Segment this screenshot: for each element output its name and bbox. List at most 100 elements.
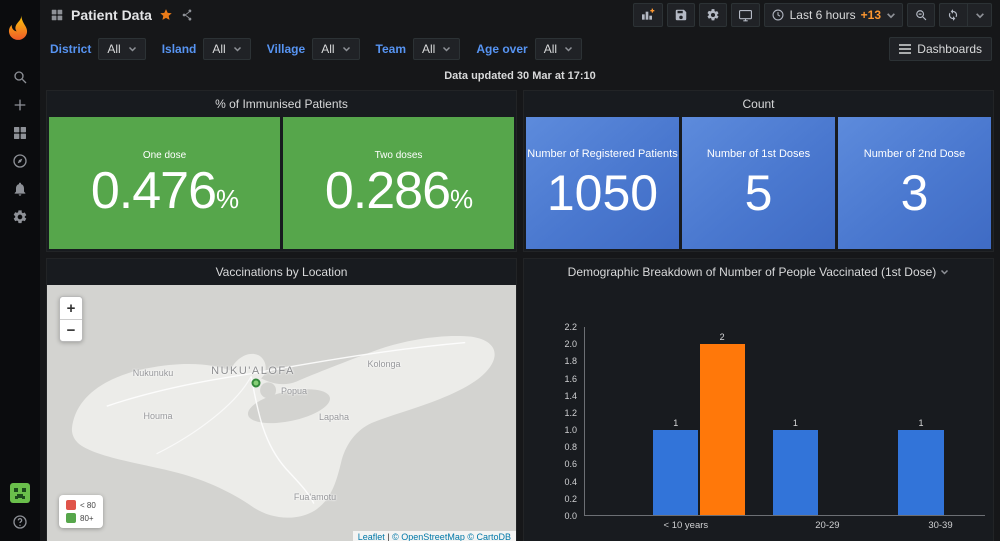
chevron-down-icon — [564, 46, 573, 52]
stat-one-dose: One dose 0.476% — [49, 117, 280, 249]
x-tick-label: 20-29 — [815, 520, 839, 531]
help-icon[interactable] — [0, 513, 40, 531]
time-range-picker[interactable]: Last 6 hours +13 — [764, 3, 903, 27]
vaccination-location-marker[interactable] — [252, 379, 261, 388]
share-icon[interactable] — [180, 8, 194, 22]
stat-label: Number of 1st Doses — [707, 148, 810, 160]
chart-x-axis: < 10 years20-2930-39 — [584, 520, 985, 534]
panel-immunised: % of Immunised Patients One dose 0.476% … — [46, 90, 517, 252]
user-avatar[interactable] — [10, 483, 30, 503]
map-place-label: Nukunuku — [133, 368, 174, 378]
save-dashboard-button[interactable] — [667, 3, 695, 27]
filter-label[interactable]: Village — [267, 42, 305, 56]
bar-chart: 2.22.01.81.61.41.21.00.80.60.40.20.0 121… — [524, 285, 993, 541]
panel-title[interactable]: Count — [524, 91, 993, 117]
y-tick-label: 0.4 — [564, 477, 577, 487]
bar-value-label: 1 — [653, 418, 698, 428]
bar-plot: 1211 — [584, 327, 985, 516]
refresh-button[interactable] — [939, 3, 992, 27]
time-zone-offset: +13 — [861, 8, 881, 22]
filter-label[interactable]: District — [50, 42, 91, 56]
panel-map: Vaccinations by Location Nukunuku NUKU'A… — [46, 258, 517, 541]
map-place-label: Houma — [143, 411, 172, 421]
stat-two-doses: Two doses 0.286% — [283, 117, 514, 249]
panel-title[interactable]: Demographic Breakdown of Number of Peopl… — [524, 259, 993, 285]
carto-link[interactable]: © CartoDB — [467, 532, 511, 541]
map-place-label: Fua'amotu — [294, 492, 336, 502]
configuration-gear-icon[interactable] — [0, 203, 40, 231]
filter-label[interactable]: Team — [376, 42, 406, 56]
panel-demographic: Demographic Breakdown of Number of Peopl… — [523, 258, 994, 541]
panel-title[interactable]: % of Immunised Patients — [47, 91, 516, 117]
zoom-out-button[interactable]: − — [60, 319, 82, 341]
apps-grid-icon — [50, 8, 64, 22]
chevron-down-icon — [342, 46, 351, 52]
stat-value: 5 — [745, 168, 773, 218]
variables-row: District All Island All Village All Team… — [40, 30, 1000, 60]
legend-swatch — [66, 500, 76, 510]
filter-label[interactable]: Island — [162, 42, 197, 56]
stat-unit: % — [216, 184, 238, 214]
filter-district: District All — [50, 38, 146, 60]
filter-team: Team All — [376, 38, 461, 60]
stat-second-doses: Number of 2nd Dose 3 — [838, 117, 991, 249]
leaflet-link[interactable]: Leaflet — [358, 532, 385, 541]
bar-value-label: 2 — [700, 332, 745, 342]
dashboard-settings-button[interactable] — [699, 3, 727, 27]
panel-title[interactable]: Vaccinations by Location — [47, 259, 516, 285]
dashboard-header: Patient Data Last 6 hours +13 — [40, 0, 1000, 30]
y-tick-label: 1.6 — [564, 374, 577, 384]
stat-value: 3 — [901, 168, 929, 218]
y-tick-label: 1.8 — [564, 356, 577, 366]
filter-island: Island All — [162, 38, 251, 60]
zoom-in-button[interactable]: + — [60, 297, 82, 319]
bar[interactable]: 1 — [773, 430, 818, 515]
add-icon[interactable] — [0, 91, 40, 119]
sidebar-bottom — [0, 483, 40, 531]
count-stats: Number of Registered Patients 1050 Numbe… — [524, 117, 993, 251]
clock-icon — [771, 8, 785, 22]
chevron-down-icon — [442, 46, 451, 52]
stat-label: Two doses — [375, 150, 423, 161]
map-island-shape — [47, 285, 516, 541]
filter-value-dropdown[interactable]: All — [98, 38, 145, 60]
chevron-down-icon — [233, 46, 242, 52]
grafana-logo[interactable] — [0, 7, 40, 47]
stat-value: 1050 — [547, 168, 658, 218]
bar[interactable]: 1 — [653, 430, 698, 515]
add-panel-button[interactable] — [633, 3, 663, 27]
cycle-view-monitor-button[interactable] — [731, 3, 760, 27]
y-tick-label: 0.8 — [564, 442, 577, 452]
filter-value-dropdown[interactable]: All — [203, 38, 250, 60]
search-icon[interactable] — [0, 63, 40, 91]
legend-label: 80+ — [80, 514, 94, 523]
explore-compass-icon[interactable] — [0, 147, 40, 175]
map-zoom-control: + − — [59, 296, 83, 342]
filter-value-dropdown[interactable]: All — [413, 38, 460, 60]
dashboards-icon[interactable] — [0, 119, 40, 147]
osm-link[interactable]: © OpenStreetMap — [392, 532, 465, 541]
bar[interactable]: 2 — [700, 344, 745, 515]
y-tick-label: 0.2 — [564, 494, 577, 504]
stat-value: 0.286% — [325, 165, 472, 217]
chevron-down-icon — [886, 12, 896, 19]
sidebar — [0, 0, 40, 541]
zoom-out-time-button[interactable] — [907, 3, 935, 27]
chevron-down-icon — [975, 12, 985, 19]
dashboards-button[interactable]: Dashboards — [889, 37, 992, 61]
filter-value-dropdown[interactable]: All — [535, 38, 582, 60]
legend-swatch — [66, 513, 76, 523]
panel-menu-chevron-icon — [940, 269, 949, 275]
alerting-bell-icon[interactable] — [0, 175, 40, 203]
x-tick-label: 30-39 — [928, 520, 952, 531]
legend-label: < 80 — [80, 501, 96, 510]
panel-grid: % of Immunised Patients One dose 0.476% … — [46, 90, 994, 541]
y-tick-label: 0.0 — [564, 511, 577, 521]
chevron-down-icon — [128, 46, 137, 52]
map-canvas[interactable]: Nukunuku NUKU'ALOFA Popua Houma Lapaha K… — [47, 285, 516, 541]
filter-label[interactable]: Age over — [476, 42, 527, 56]
filter-value-dropdown[interactable]: All — [312, 38, 359, 60]
bar[interactable]: 1 — [898, 430, 943, 515]
filter-village: Village All — [267, 38, 360, 60]
favorite-star-icon[interactable] — [159, 8, 173, 22]
